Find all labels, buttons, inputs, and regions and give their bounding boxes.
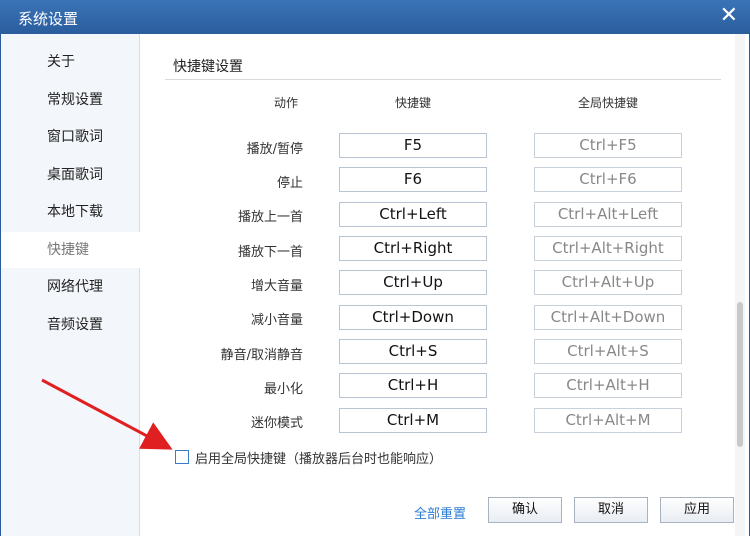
red-arrow-annotation: [41, 378, 173, 450]
